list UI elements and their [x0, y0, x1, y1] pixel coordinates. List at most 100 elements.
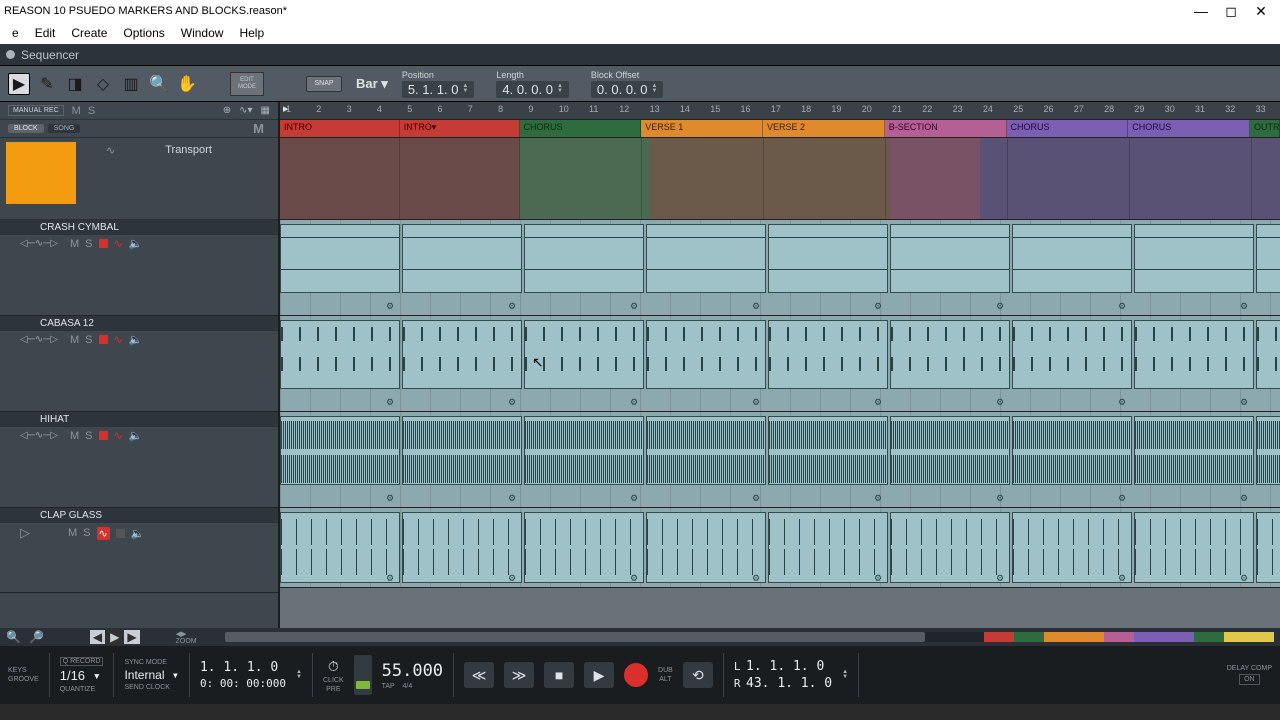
audio-clip[interactable]	[1134, 320, 1254, 389]
metronome-icon[interactable]: ⏱	[328, 658, 339, 675]
lane-clap-glass[interactable]: ⚙⚙⚙⚙⚙⚙⚙⚙⚙⚙⚙	[280, 508, 1280, 588]
audio-clip[interactable]	[890, 512, 1010, 583]
track-head-cabasa[interactable]: CABASA 12 ◁─∿─▷ M S ∿ 🔈	[0, 316, 278, 412]
qrecord-button[interactable]: Q RECORD	[60, 657, 104, 666]
forward-button[interactable]: ≫	[504, 662, 534, 688]
track-name[interactable]: CABASA 12	[0, 316, 278, 331]
block-intro[interactable]: INTRO▾	[400, 120, 520, 137]
audio-clip[interactable]	[646, 416, 766, 485]
block-offset-spinner[interactable]: ▲▼	[652, 84, 658, 95]
stop-button[interactable]: ■	[544, 662, 574, 688]
expand-icon[interactable]: ▷	[20, 525, 30, 541]
position-spinner[interactable]: ▲▼	[462, 84, 468, 95]
audio-clip[interactable]	[1256, 320, 1280, 389]
pre-label[interactable]: PRE	[326, 686, 340, 693]
pencil-tool[interactable]: ✎	[36, 73, 58, 95]
comp-icon[interactable]: ⚙	[1240, 397, 1248, 408]
comp-icon[interactable]: ⚙	[1118, 397, 1126, 408]
audio-clip[interactable]	[1256, 512, 1280, 583]
send-clock-label[interactable]: SEND CLOCK	[124, 684, 170, 691]
click-label[interactable]: CLICK	[323, 677, 344, 684]
manual-rec-button[interactable]: MANUAL REC	[8, 105, 64, 116]
block-verse1[interactable]: VERSE 1	[641, 120, 763, 137]
menu-create[interactable]: Create	[63, 26, 115, 40]
audio-clip[interactable]	[1134, 512, 1254, 583]
hand-tool[interactable]: ✋	[176, 73, 198, 95]
play-button[interactable]: ▶	[584, 662, 614, 688]
record-button[interactable]	[624, 663, 648, 687]
click-level-slider[interactable]	[354, 655, 372, 695]
comp-icon[interactable]: ⚙	[1118, 493, 1126, 504]
solo-button[interactable]: S	[85, 334, 92, 346]
comp-icon[interactable]: ⚙	[630, 301, 638, 312]
audio-clip[interactable]	[1012, 320, 1132, 389]
time-display[interactable]: 0: 00: 00:000	[200, 677, 286, 690]
zoom-in-icon[interactable]: 🔎	[29, 630, 44, 644]
audio-clip[interactable]	[524, 512, 644, 583]
quantize-value[interactable]: 1/16 ▾	[60, 668, 101, 684]
block-offset-field[interactable]: Block Offset 0. 0. 0. 0▲▼	[591, 70, 664, 98]
record-arm-button[interactable]	[99, 431, 108, 440]
comp-icon[interactable]: ⚙	[996, 493, 1004, 504]
comp-icon[interactable]: ⚙	[874, 573, 882, 584]
h-scrollbar[interactable]	[225, 632, 1274, 642]
mute-button[interactable]: M	[68, 527, 77, 539]
comp-icon[interactable]: ⚙	[874, 493, 882, 504]
song-mode-button[interactable]: SONG	[48, 124, 81, 133]
audio-clip[interactable]	[524, 320, 644, 389]
menu-help[interactable]: Help	[231, 26, 272, 40]
monitor-icon[interactable]: 🔈	[131, 527, 145, 540]
automation-icon[interactable]: ∿▾	[239, 105, 252, 116]
mute-button[interactable]: M	[70, 430, 79, 442]
comp-icon[interactable]: ⚙	[996, 301, 1004, 312]
comp-icon[interactable]: ⚙	[508, 301, 516, 312]
record-arm-button[interactable]	[99, 335, 108, 344]
alt-label[interactable]: ALT	[659, 676, 671, 683]
audio-clip[interactable]	[1256, 224, 1280, 293]
comp-icon[interactable]: ⚙	[874, 301, 882, 312]
comp-icon[interactable]: ⚙	[386, 301, 394, 312]
close-button[interactable]: ✕	[1246, 3, 1276, 20]
blocks-lane[interactable]: INTROINTRO▾CHORUSVERSE 1VERSE 2B-SECTION…	[280, 120, 1280, 138]
audio-clip[interactable]	[1256, 416, 1280, 485]
lane-crash-cymbal[interactable]: ⚙⚙⚙⚙⚙⚙⚙⚙⚙⚙⚙	[280, 220, 1280, 316]
edit-mode-button[interactable]: EDIT MODE	[230, 72, 264, 96]
mute-tool[interactable]: ▥	[120, 73, 142, 95]
comp-icon[interactable]: ⚙	[752, 397, 760, 408]
block-chorus[interactable]: CHORUS	[1128, 120, 1250, 137]
comp-icon[interactable]: ⚙	[996, 397, 1004, 408]
menu-file[interactable]: e	[4, 26, 27, 40]
monitor-icon[interactable]: 🔈	[129, 333, 143, 346]
comp-icon[interactable]: ⚙	[630, 397, 638, 408]
comp-icon[interactable]: ⚙	[386, 573, 394, 584]
lane-cabasa[interactable]: ⚙⚙⚙⚙⚙⚙⚙⚙⚙⚙⚙	[280, 316, 1280, 412]
audio-clip[interactable]	[890, 224, 1010, 293]
audio-clip[interactable]	[280, 416, 400, 485]
audio-clip[interactable]	[402, 512, 522, 583]
dub-label[interactable]: DUB	[658, 667, 673, 674]
position-value[interactable]: 5. 1. 1. 0	[408, 82, 459, 97]
sync-mode-value[interactable]: Internal ▾	[124, 668, 178, 682]
block-chorus[interactable]: CHORUS	[1007, 120, 1129, 137]
snap-value-select[interactable]: Bar ▾	[348, 76, 396, 92]
position-field[interactable]: Position 5. 1. 1. 0▲▼	[402, 70, 475, 98]
groove-label[interactable]: GROOVE	[8, 676, 39, 683]
audio-clip[interactable]	[1134, 416, 1254, 485]
audio-clip[interactable]	[768, 320, 888, 389]
block-chorus[interactable]: CHORUS	[520, 120, 642, 137]
comp-icon[interactable]: ⚙	[996, 573, 1004, 584]
comp-icon[interactable]: ⚙	[874, 397, 882, 408]
lane-hihat[interactable]: ⚙⚙⚙⚙⚙⚙⚙⚙⚙⚙⚙	[280, 412, 1280, 508]
solo-button[interactable]: S	[85, 238, 92, 250]
audio-clip[interactable]	[402, 416, 522, 485]
track-name[interactable]: CLAP GLASS	[0, 508, 278, 523]
mute-button[interactable]: M	[70, 334, 79, 346]
track-head-clap-glass[interactable]: CLAP GLASS ▷ M S ∿ 🔈	[0, 508, 278, 593]
audio-clip[interactable]	[890, 416, 1010, 485]
comp-icon[interactable]: ⚙	[752, 493, 760, 504]
eraser-tool[interactable]: ◨	[64, 73, 86, 95]
audio-clip[interactable]	[1134, 224, 1254, 293]
comp-icon[interactable]: ⚙	[630, 573, 638, 584]
comp-icon[interactable]: ⚙	[1118, 301, 1126, 312]
menu-window[interactable]: Window	[173, 26, 232, 40]
